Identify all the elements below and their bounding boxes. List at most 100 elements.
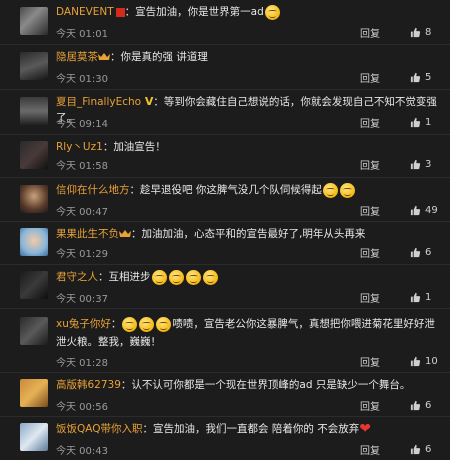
verified-v-badge-icon: V: [141, 95, 154, 108]
comment-row: xu兔子你好： 啧啧，宣告老公你这暴脾气，真想把你喂进菊花里好好泄泄火粮。整我，巍…: [0, 309, 450, 373]
reply-button[interactable]: 回复: [360, 442, 380, 457]
like-count: 10: [425, 356, 438, 367]
smiley-emoji: [185, 269, 201, 285]
timestamp: 今天 01:28: [56, 358, 108, 369]
smiley-emoji: [322, 182, 338, 198]
like-count: 1: [425, 117, 432, 128]
thumbs-up-icon: [410, 356, 421, 367]
thumbs-up-icon: [410, 159, 421, 170]
comment-text: 互相进步: [108, 271, 151, 283]
avatar[interactable]: [20, 228, 48, 256]
username[interactable]: 果果此生不负: [56, 228, 119, 240]
comment-text: 加油宣告！: [113, 141, 166, 153]
timestamp: 今天 01:29: [56, 249, 108, 260]
username[interactable]: 隐居莫茶: [56, 51, 98, 63]
timestamp: 今天 00:56: [56, 402, 108, 413]
timestamp: 今天 01:58: [56, 161, 108, 172]
smiley-emoji: [139, 316, 155, 332]
thumbs-up-icon: [410, 400, 421, 411]
like-count: 3: [425, 159, 432, 170]
timestamp: 今天 00:37: [56, 294, 108, 305]
like-button[interactable]: 8: [410, 27, 440, 38]
heart-emoji: ❤: [359, 421, 371, 437]
avatar[interactable]: [20, 271, 48, 299]
like-button[interactable]: 6: [410, 444, 440, 455]
smiley-emoji: [156, 316, 172, 332]
username[interactable]: 高版韩62739: [56, 379, 121, 391]
avatar[interactable]: [20, 185, 48, 213]
timestamp: 今天 00:47: [56, 207, 108, 218]
avatar[interactable]: [20, 97, 48, 125]
like-button[interactable]: 6: [410, 400, 440, 411]
reply-button[interactable]: 回复: [360, 398, 380, 413]
like-count: 1: [425, 292, 432, 303]
reply-button[interactable]: 回复: [360, 115, 380, 130]
username[interactable]: xu兔子你好: [56, 318, 111, 330]
like-button[interactable]: 3: [410, 159, 440, 170]
flag-badge-icon: [115, 7, 125, 17]
thumbs-up-icon: [410, 444, 421, 455]
username[interactable]: 夏目_FinallyEcho: [56, 96, 141, 108]
comment-text: 认不认可你都是一个现在世界顶峰的ad 只是缺少一个舞台。: [131, 379, 411, 391]
timestamp: 今天 01:01: [56, 29, 108, 40]
comment-row: 信仰在什么地方：趁早退役吧 你这脾气没几个队伺候得起 今天 00:47 回复 4…: [0, 178, 450, 222]
like-count: 5: [425, 72, 432, 83]
like-count: 6: [425, 400, 432, 411]
thumbs-up-icon: [410, 117, 421, 128]
smiley-emoji: [202, 269, 218, 285]
username[interactable]: Rly丶Uz1: [56, 141, 103, 153]
like-button[interactable]: 6: [410, 247, 440, 258]
avatar[interactable]: [20, 379, 48, 407]
reply-button[interactable]: 回复: [360, 290, 380, 305]
comment-row: 隐居莫茶 ：你是真的强 讲道理 今天 01:30 回复 5: [0, 45, 450, 90]
comment-text: 你是真的强 讲道理: [120, 51, 208, 63]
timestamp: 今天 00:43: [56, 446, 108, 457]
comment-row: 夏目_FinallyEcho V：等到你会藏住自己想说的话，你就会发现自己不知不…: [0, 90, 450, 135]
comment-text: 宣告加油，你是世界第一ad: [135, 6, 264, 18]
comment-list: DANEVENT ：宣告加油，你是世界第一ad 今天 01:01 回复 8 隐居莫…: [0, 0, 450, 460]
reply-button[interactable]: 回复: [360, 203, 380, 218]
like-button[interactable]: 1: [410, 117, 440, 128]
avatar[interactable]: [20, 141, 48, 169]
username[interactable]: 饭饭QAQ带你入职: [56, 423, 143, 435]
comment-row: Rly丶Uz1：加油宣告！ 今天 01:58 回复 3: [0, 135, 450, 178]
avatar[interactable]: [20, 7, 48, 35]
thumbs-up-icon: [410, 247, 421, 258]
thumbs-up-icon: [410, 205, 421, 216]
smiley-emoji: [339, 182, 355, 198]
reply-button[interactable]: 回复: [360, 245, 380, 260]
reply-button[interactable]: 回复: [360, 70, 380, 85]
username[interactable]: DANEVENT: [56, 6, 114, 18]
like-button[interactable]: 1: [410, 292, 440, 303]
like-count: 6: [425, 247, 432, 258]
thumbs-up-icon: [410, 72, 421, 83]
reply-button[interactable]: 回复: [360, 157, 380, 172]
like-button[interactable]: 5: [410, 72, 440, 83]
comment-row: 君守之人：互相进步 今天 00:37 回复 1: [0, 265, 450, 309]
smiley-emoji: [151, 269, 167, 285]
avatar[interactable]: [20, 423, 48, 451]
like-count: 49: [425, 205, 438, 216]
comment-row: 果果此生不负 ：加油加油，心态平和的宣告最好了,明年从头再来 今天 01:29 回…: [0, 222, 450, 265]
smiley-emoji: [122, 316, 138, 332]
timestamp: 今天 09:14: [56, 119, 108, 130]
reply-button[interactable]: 回复: [360, 25, 380, 40]
thumbs-up-icon: [410, 27, 421, 38]
crown-badge-icon: [98, 53, 110, 60]
username[interactable]: 信仰在什么地方: [56, 184, 130, 196]
avatar[interactable]: [20, 317, 48, 345]
timestamp: 今天 01:30: [56, 74, 108, 85]
like-count: 6: [425, 444, 432, 455]
comment-text: 加油加油，心态平和的宣告最好了,明年从头再来: [141, 228, 366, 240]
like-button[interactable]: 10: [410, 356, 440, 367]
like-button[interactable]: 49: [410, 205, 440, 216]
comment-row: 高版韩62739：认不认可你都是一个现在世界顶峰的ad 只是缺少一个舞台。 今天…: [0, 373, 450, 417]
crown-badge-icon: [119, 230, 131, 237]
avatar[interactable]: [20, 52, 48, 80]
thumbs-up-icon: [410, 292, 421, 303]
comment-text: 趁早退役吧 你这脾气没几个队伺候得起: [140, 184, 322, 196]
reply-button[interactable]: 回复: [360, 354, 380, 369]
like-count: 8: [425, 27, 432, 38]
smiley-emoji: [168, 269, 184, 285]
username[interactable]: 君守之人: [56, 271, 98, 283]
